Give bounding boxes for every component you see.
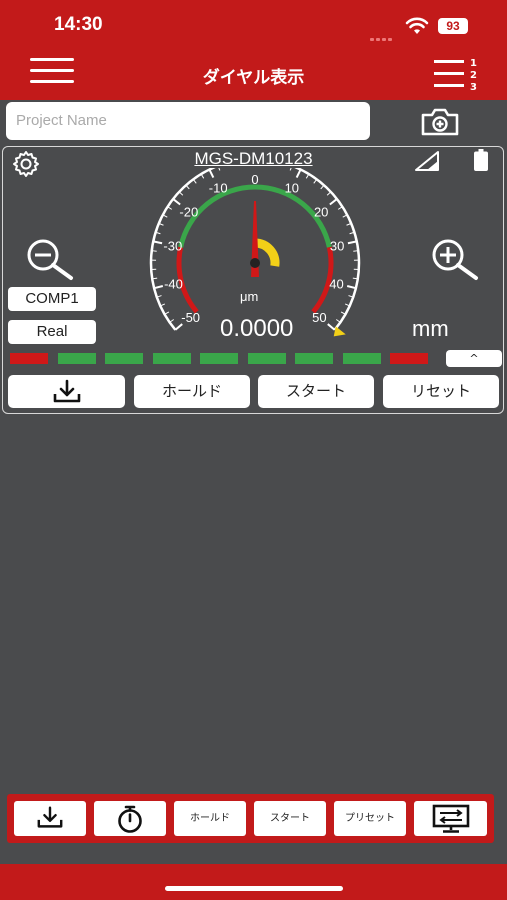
wifi-icon — [405, 17, 429, 34]
gauge-tick — [289, 168, 292, 171]
home-area — [0, 864, 507, 900]
mode-badge[interactable]: Real — [8, 320, 96, 344]
status-bar: 14:30 93 — [0, 0, 507, 44]
gauge-tick-label: 20 — [314, 204, 328, 219]
gauge-unit-small: μm — [240, 289, 259, 304]
gauge-tick — [336, 319, 341, 323]
bottom-hold-button[interactable]: ホールド — [174, 801, 246, 836]
gauge-tick — [167, 206, 173, 210]
indicator-bar-green — [200, 353, 238, 364]
indicator-bar-green — [57, 353, 96, 364]
battery-level: 93 — [438, 18, 468, 34]
bottom-timer-button[interactable] — [94, 801, 166, 836]
indicator-bar-green — [152, 353, 191, 364]
gauge-limit-marker — [333, 326, 346, 337]
hold-button[interactable]: ホールド — [134, 375, 250, 408]
indicator-bar-red — [10, 353, 48, 364]
indicator-bar-green — [105, 353, 143, 364]
bottom-display-button[interactable] — [414, 801, 487, 836]
gauge-tick — [320, 184, 325, 190]
gauge-tick — [218, 168, 221, 171]
indicator-bar-green — [342, 353, 381, 364]
numbered-list-icon[interactable]: 1 2 3 — [432, 54, 480, 94]
gauge-tick — [169, 319, 174, 323]
nav-bar: ダイヤル表示 1 2 3 — [0, 44, 507, 100]
cellular-dots-icon — [370, 26, 398, 41]
gauge-tick — [313, 178, 318, 184]
bottom-download-button[interactable] — [14, 801, 86, 836]
gauge-tick-label: -50 — [181, 310, 200, 325]
bottom-start-button[interactable]: スタート — [254, 801, 326, 836]
start-button[interactable]: スタート — [258, 375, 374, 408]
gauge-tick — [185, 184, 190, 190]
indicator-bar-red — [390, 353, 428, 364]
stopwatch-icon — [118, 805, 142, 833]
monitor-switch-icon — [432, 804, 469, 833]
zoom-out-icon[interactable] — [25, 238, 77, 282]
bottom-toolbar: ホールド スタート プリセット — [7, 794, 494, 843]
gauge-tick-label: -20 — [179, 204, 198, 219]
gauge-tick — [346, 285, 357, 290]
gauge-tick — [192, 178, 197, 184]
gauge-tick — [295, 169, 302, 179]
zoom-in-icon[interactable] — [430, 238, 482, 282]
gauge-tick — [327, 323, 336, 331]
gauge-tick-label: -40 — [164, 276, 183, 291]
gauge-tick — [208, 169, 215, 179]
gauge-tick — [153, 285, 164, 290]
measurement-unit: mm — [412, 316, 449, 341]
gauge-hub — [250, 258, 260, 268]
chevron-up-icon[interactable]: ^ — [446, 350, 502, 367]
project-name-input[interactable]: Project Name — [6, 102, 370, 140]
battery-icon — [474, 149, 488, 171]
camera-add-icon[interactable] — [420, 107, 460, 137]
reset-button[interactable]: リセット — [383, 375, 499, 408]
gauge-tick — [347, 240, 357, 245]
gauge-tick-label: -30 — [163, 239, 182, 254]
indicator-bar-green — [247, 353, 286, 364]
gauge-tick-label: 0 — [251, 172, 258, 187]
svg-text:1: 1 — [470, 58, 477, 69]
gauge-tick — [353, 250, 359, 252]
gauge-tick-label: 50 — [312, 310, 326, 325]
indicator-bar-green — [295, 353, 333, 364]
gauge-tick-label: 40 — [329, 276, 343, 291]
gauge-tick — [326, 191, 332, 196]
svg-text:3: 3 — [470, 82, 477, 93]
gauge-tick-label: 30 — [330, 239, 344, 254]
status-time: 14:30 — [54, 14, 103, 35]
gauge-tick-label: 10 — [285, 181, 299, 196]
download-icon — [53, 379, 80, 403]
dial-gauge: -50 -40 -30 -20 -10 0 10 20 30 40 50 — [149, 168, 361, 337]
home-indicator[interactable] — [165, 886, 343, 891]
gauge-tick — [151, 250, 157, 252]
gauge-tick — [153, 240, 163, 245]
page-title: ダイヤル表示 — [202, 68, 305, 88]
bottom-preset-button[interactable]: プリセット — [334, 801, 406, 836]
gauge-tick-label: -10 — [209, 181, 228, 196]
signal-icon — [415, 151, 439, 171]
gauge-tick — [178, 191, 184, 196]
svg-text:2: 2 — [470, 70, 477, 81]
measurement-reading: 0.0000 — [220, 315, 294, 342]
download-button[interactable] — [8, 375, 125, 408]
comp-badge[interactable]: COMP1 — [8, 287, 96, 311]
gauge-tick — [329, 198, 338, 206]
gauge-tick — [337, 206, 343, 210]
download-icon — [37, 806, 63, 828]
